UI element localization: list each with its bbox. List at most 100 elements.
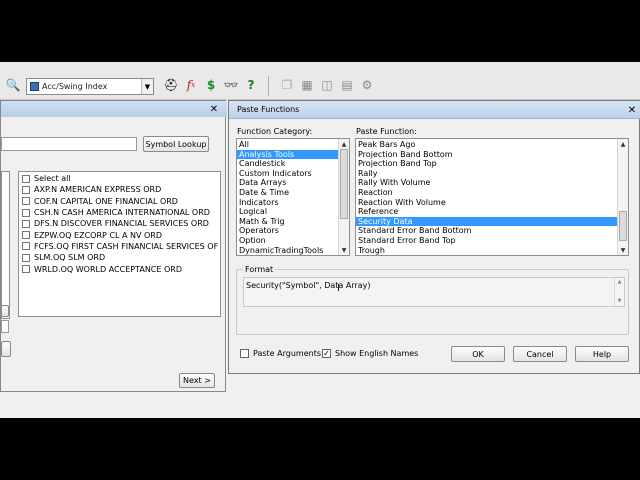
- list-item[interactable]: COF.N CAPITAL ONE FINANCIAL ORD: [19, 196, 220, 207]
- checkbox[interactable]: [22, 219, 30, 228]
- chevron-down-icon[interactable]: ▼: [141, 79, 153, 94]
- toolbar-separator: [268, 76, 269, 96]
- checkbox[interactable]: [22, 185, 30, 194]
- list-item[interactable]: WRLD.OQ WORLD ACCEPTANCE ORD: [19, 263, 220, 274]
- symbol-checklist[interactable]: Select all AXP.N AMERICAN EXPRESS ORD CO…: [18, 171, 221, 317]
- zoom-icon[interactable]: 🔍: [4, 76, 22, 94]
- scroll-down-icon[interactable]: ▼: [339, 245, 349, 255]
- checkbox[interactable]: [22, 174, 30, 183]
- list-item[interactable]: Date & Time: [237, 188, 339, 198]
- split-icon[interactable]: ◫: [318, 76, 336, 94]
- list-item[interactable]: Projection Band Top: [356, 159, 618, 169]
- symbol-input[interactable]: [1, 137, 137, 151]
- list-item[interactable]: All: [237, 140, 339, 150]
- symbol-lookup-button[interactable]: Symbol Lookup: [143, 136, 209, 152]
- paste-functions-titlebar: Paste Functions ✕: [229, 101, 640, 119]
- function-fx-icon[interactable]: fx: [182, 76, 200, 94]
- letterbox-bottom: [0, 418, 640, 480]
- list-item[interactable]: Rally: [356, 169, 618, 179]
- list-item[interactable]: DFS.N DISCOVER FINANCIAL SERVICES ORD: [19, 218, 220, 229]
- show-english-names-checkbox[interactable]: ✓: [322, 349, 331, 358]
- list-item[interactable]: Peak Bars Ago: [356, 140, 618, 150]
- indicator-combo-value: Acc/Swing Index: [42, 82, 108, 91]
- list-item[interactable]: Standard Error Band Bottom: [356, 226, 618, 236]
- list-item[interactable]: CSH.N CASH AMERICA INTERNATIONAL ORD: [19, 207, 220, 218]
- checkbox[interactable]: [22, 242, 30, 251]
- close-icon[interactable]: ✕: [625, 104, 639, 116]
- scroll-down-icon[interactable]: ▼: [618, 245, 628, 255]
- text-cursor-icon: I: [337, 283, 340, 294]
- list-item[interactable]: Select all: [19, 173, 220, 184]
- symbol-dialog-titlebar: ✕: [1, 101, 227, 117]
- cancel-button[interactable]: Cancel: [513, 346, 567, 362]
- scroll-up-icon[interactable]: ▲: [618, 139, 628, 149]
- list-item[interactable]: SLM.OQ SLM ORD: [19, 252, 220, 263]
- list-item[interactable]: Reaction: [356, 188, 618, 198]
- paste-arguments-checkbox[interactable]: [240, 349, 249, 358]
- query-icon[interactable]: ?: [242, 76, 260, 94]
- copy-icon[interactable]: ❐: [278, 76, 296, 94]
- layout-icon[interactable]: ▦: [298, 76, 316, 94]
- list-item[interactable]: FCFS.OQ FIRST CASH FINANCIAL SERVICES OF: [19, 241, 220, 252]
- helmet-icon[interactable]: ⛑: [162, 76, 180, 94]
- paste-function-list[interactable]: Peak Bars Ago Projection Band Bottom Proje…: [355, 138, 629, 256]
- checkbox[interactable]: [22, 253, 30, 262]
- checkbox[interactable]: [22, 265, 30, 274]
- letterbox-top: [0, 0, 640, 62]
- function-category-list[interactable]: All Analysis Tools Candlestick Custom Indic…: [236, 138, 350, 256]
- category-scrollbar[interactable]: ▲ ▼: [338, 139, 349, 255]
- format-group: Format Security("Symbol", Data Array) ▲ …: [236, 265, 629, 335]
- list-item[interactable]: Math & Trig: [237, 217, 339, 227]
- grid-icon[interactable]: ▤: [338, 76, 356, 94]
- dialog-title: Paste Functions: [237, 105, 300, 114]
- scroll-up-icon[interactable]: ▲: [615, 278, 624, 287]
- list-item[interactable]: Rally With Volume: [356, 178, 618, 188]
- checkbox[interactable]: [22, 231, 30, 240]
- scroll-thumb[interactable]: [340, 149, 348, 219]
- list-item[interactable]: EZPW.OQ EZCORP CL A NV ORD: [19, 229, 220, 240]
- left-field-partial[interactable]: [1, 320, 9, 333]
- list-item[interactable]: Custom Indicators: [237, 169, 339, 179]
- list-item[interactable]: Projection Band Bottom: [356, 150, 618, 160]
- list-item[interactable]: Data Arrays: [237, 178, 339, 188]
- list-item[interactable]: Logical: [237, 207, 339, 217]
- settings-icon[interactable]: ⚙: [358, 76, 376, 94]
- indicator-combo[interactable]: Acc/Swing Index ▼: [26, 78, 154, 95]
- help-button[interactable]: Help: [575, 346, 629, 362]
- paste-arguments-label: Paste Arguments: [253, 349, 321, 358]
- list-item[interactable]: Option: [237, 236, 339, 246]
- paste-functions-dialog: Paste Functions ✕ Function Category: All…: [228, 100, 640, 374]
- scroll-up-icon[interactable]: ▲: [339, 139, 349, 149]
- paste-function-label: Paste Function:: [356, 127, 417, 136]
- format-text: Security("Symbol", Data Array): [246, 281, 371, 290]
- checkbox[interactable]: [22, 208, 30, 217]
- scroll-thumb[interactable]: [619, 211, 627, 241]
- binoculars-icon[interactable]: 👓: [222, 76, 240, 94]
- close-icon[interactable]: ✕: [207, 103, 221, 115]
- show-english-names-label: Show English Names: [335, 349, 419, 358]
- list-item[interactable]: Indicators: [237, 198, 339, 208]
- list-item[interactable]: Analysis Tools: [237, 149, 339, 160]
- left-list-partial[interactable]: [1, 171, 10, 319]
- left-button-partial[interactable]: [1, 341, 11, 357]
- list-item[interactable]: AXP.N AMERICAN EXPRESS ORD: [19, 184, 220, 195]
- left-list-scroll[interactable]: [1, 305, 9, 317]
- main-toolbar: 🔍 Acc/Swing Index ▼ ⛑ fx $ 👓 ? ❐ ▦ ◫ ▤ ⚙: [0, 62, 640, 100]
- indicator-icon: [30, 82, 39, 91]
- list-item[interactable]: DynamicTradingTools: [237, 246, 339, 255]
- list-item[interactable]: Candlestick: [237, 159, 339, 169]
- checkbox[interactable]: [22, 197, 30, 206]
- ok-button[interactable]: OK: [451, 346, 505, 362]
- format-display: Security("Symbol", Data Array) ▲ ▼: [243, 277, 625, 307]
- next-button[interactable]: Next >: [179, 373, 215, 388]
- list-item[interactable]: Trough: [356, 246, 618, 255]
- scroll-down-icon[interactable]: ▼: [615, 297, 624, 306]
- function-scrollbar[interactable]: ▲ ▼: [617, 139, 628, 255]
- list-item[interactable]: Standard Error Band Top: [356, 236, 618, 246]
- list-item[interactable]: Reference: [356, 207, 618, 217]
- dollar-icon[interactable]: $: [202, 76, 220, 94]
- list-item[interactable]: Reaction With Volume: [356, 198, 618, 208]
- list-item[interactable]: Operators: [237, 226, 339, 236]
- list-item[interactable]: Security Data: [356, 216, 618, 227]
- format-scrollbar[interactable]: ▲ ▼: [614, 278, 624, 306]
